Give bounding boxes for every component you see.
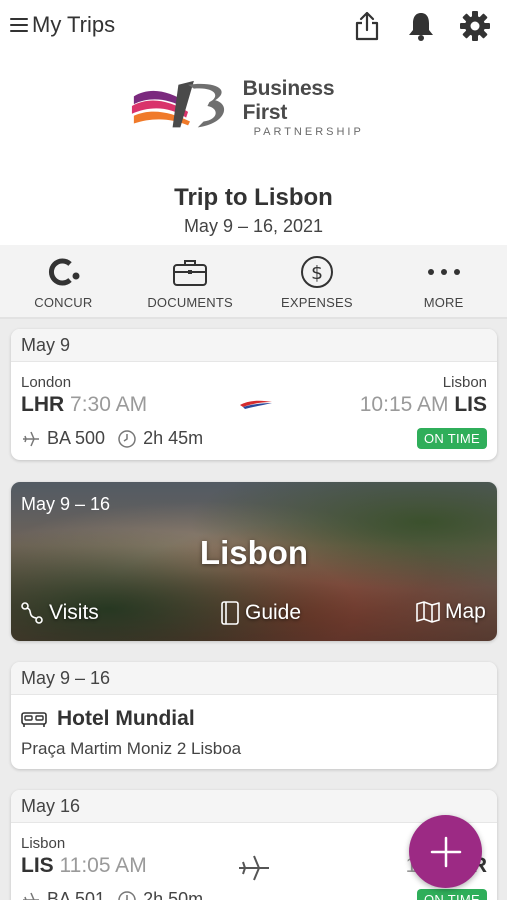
itinerary-list[interactable]: May 9 London LHR 7:30 AM Lisbon 10:15 AM… bbox=[0, 319, 507, 900]
flight-number: BA 500 bbox=[47, 428, 106, 448]
visits-link[interactable]: Visits bbox=[19, 600, 99, 626]
guide-link[interactable]: Guide bbox=[219, 600, 301, 626]
flight-number: BA 501 bbox=[47, 889, 106, 900]
concur-icon bbox=[46, 255, 80, 289]
card-date: May 9 – 16 bbox=[11, 662, 497, 695]
guide-label: Guide bbox=[245, 601, 302, 624]
card-date: May 9 bbox=[11, 329, 497, 362]
gear-icon[interactable] bbox=[459, 10, 491, 42]
departure-city: London bbox=[21, 374, 72, 391]
plane-icon bbox=[23, 431, 39, 446]
departure-code: LIS bbox=[21, 854, 54, 877]
expenses-label: EXPENSES bbox=[281, 295, 353, 310]
dollar-icon: $ bbox=[300, 255, 334, 289]
svg-text:$: $ bbox=[311, 262, 323, 284]
map-link[interactable]: Map bbox=[415, 600, 486, 624]
documents-label: DOCUMENTS bbox=[147, 295, 233, 310]
map-icon bbox=[416, 601, 440, 623]
arrival-time: 10:15 AM bbox=[359, 393, 449, 416]
bell-icon[interactable] bbox=[405, 10, 437, 42]
trip-header: Trip to Lisbon May 9 – 16, 2021 bbox=[0, 184, 507, 237]
destination-name: Lisbon bbox=[199, 534, 309, 571]
add-button[interactable] bbox=[409, 815, 482, 888]
more-label: MORE bbox=[423, 295, 464, 310]
departure-time: 11:05 AM bbox=[59, 854, 147, 877]
brand-name: Business First bbox=[242, 76, 335, 124]
bed-icon bbox=[21, 712, 47, 727]
trip-dates: May 9 – 16, 2021 bbox=[183, 216, 324, 236]
departure-time: 7:30 AM bbox=[70, 393, 148, 416]
top-bar: My Trips bbox=[0, 0, 507, 52]
trip-title: Trip to Lisbon bbox=[174, 184, 333, 211]
hotel-name: Hotel Mundial bbox=[57, 707, 195, 730]
concur-label: CONCUR bbox=[34, 295, 93, 310]
more-button[interactable]: MORE bbox=[380, 245, 507, 317]
arrival-city: Lisbon bbox=[442, 374, 487, 391]
menu-button[interactable]: My Trips bbox=[10, 12, 115, 38]
quick-actions-bar: CONCUR DOCUMENTS $ EXPENSES MORE bbox=[0, 245, 507, 319]
map-label: Map bbox=[445, 600, 486, 623]
briefcase-icon bbox=[172, 255, 208, 289]
destination-card[interactable]: May 9 – 16 Lisbon Visits Guide Map bbox=[11, 482, 497, 641]
brand-subtitle: PARTNERSHIP bbox=[253, 125, 364, 138]
flight-card[interactable]: May 9 London LHR 7:30 AM Lisbon 10:15 AM… bbox=[11, 329, 497, 460]
status-badge: ON TIME bbox=[416, 889, 487, 900]
brand-logo: Business First PARTNERSHIP bbox=[130, 76, 380, 138]
departure-city: Lisbon bbox=[21, 835, 66, 852]
departure-code: LHR bbox=[21, 393, 65, 416]
visits-label: Visits bbox=[49, 601, 99, 624]
business-first-logo-mark bbox=[131, 80, 225, 128]
plus-icon bbox=[430, 836, 461, 867]
flight-duration: 2h 45m bbox=[143, 428, 204, 448]
british-airways-logo bbox=[240, 400, 272, 409]
card-date: May 16 bbox=[11, 790, 497, 823]
status-badge: ON TIME bbox=[416, 428, 487, 449]
concur-button[interactable]: CONCUR bbox=[0, 245, 127, 317]
documents-button[interactable]: DOCUMENTS bbox=[127, 245, 254, 317]
hotel-address: Praça Martim Moniz 2 Lisboa bbox=[21, 739, 242, 758]
visits-icon bbox=[21, 602, 43, 624]
plane-icon bbox=[239, 855, 269, 881]
clock-icon bbox=[118, 890, 136, 900]
book-icon bbox=[221, 601, 239, 625]
clock-icon bbox=[118, 429, 136, 448]
hamburger-icon bbox=[10, 18, 28, 32]
flight-duration: 2h 50m bbox=[143, 889, 204, 900]
more-icon bbox=[426, 255, 462, 289]
hotel-card[interactable]: May 9 – 16 Hotel Mundial Praça Martim Mo… bbox=[11, 662, 497, 769]
share-icon[interactable] bbox=[351, 10, 383, 42]
destination-dates: May 9 – 16 bbox=[21, 494, 111, 514]
arrival-code: LIS bbox=[454, 393, 487, 416]
page-title: My Trips bbox=[32, 12, 116, 37]
plane-icon bbox=[23, 892, 39, 900]
expenses-button[interactable]: $ EXPENSES bbox=[254, 245, 381, 317]
